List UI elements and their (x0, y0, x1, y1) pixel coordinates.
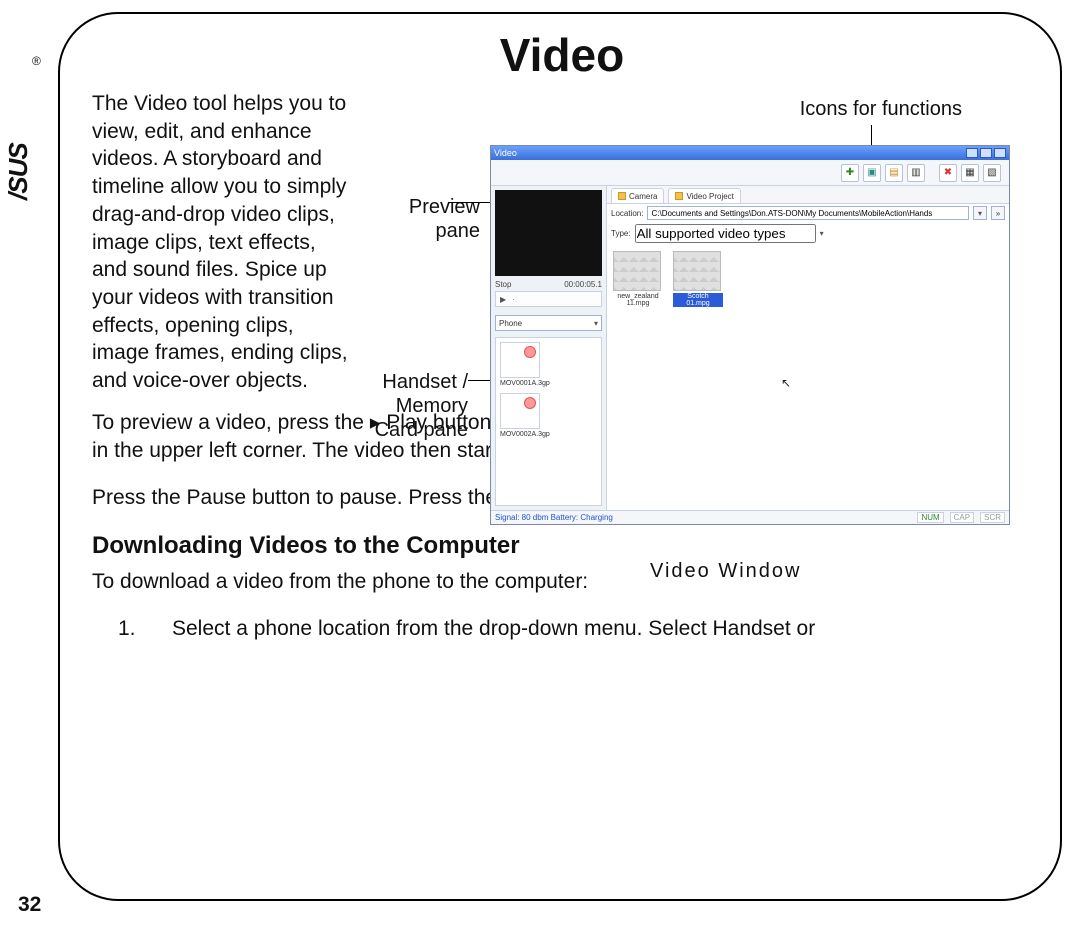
device-files-pane: MOV0001A.3gp MOV0002A.3gp (495, 337, 602, 506)
status-signal: Signal: 80 dbm Battery: Charging (495, 513, 613, 522)
folder-icon (675, 192, 683, 200)
window-title: Video (494, 148, 517, 158)
device-file-name: MOV0002A.3gp (500, 431, 542, 438)
tab-label: Camera (629, 192, 657, 201)
page-title: Video (92, 28, 1032, 82)
cursor-icon: ↖ (781, 376, 791, 390)
clock-icon (524, 346, 536, 358)
device-file[interactable]: MOV0002A.3gp (500, 393, 542, 438)
toolbar-icon[interactable]: ▧ (983, 164, 1001, 182)
download-intro: To download a video from the phone to th… (92, 568, 1032, 596)
toolbar: ✚ ▣ ▤ ▥ ✖ ▦ ▧ (491, 160, 1009, 186)
preview-pane (495, 190, 602, 276)
location-go-icon[interactable]: » (991, 206, 1005, 220)
thumbnail-image (613, 251, 661, 291)
toolbar-delete-icon[interactable]: ✖ (939, 164, 957, 182)
thumbnail-area: new_zealand 11.mpg Scotch 01.mpg (607, 245, 1009, 510)
device-file-name: MOV0001A.3gp (500, 380, 542, 387)
thumbnail-name: new_zealand 11.mpg (613, 293, 663, 307)
toolbar-icon[interactable]: ▦ (961, 164, 979, 182)
device-select[interactable]: Phone (495, 315, 602, 331)
toolbar-icon[interactable]: ▣ (863, 164, 881, 182)
status-bar: Signal: 80 dbm Battery: Charging NUM CAP… (491, 510, 1009, 524)
status-scr: SCR (980, 512, 1005, 523)
callout-icons-label: Icons for functions (800, 98, 962, 121)
location-label: Location: (611, 209, 643, 218)
location-field[interactable] (647, 206, 969, 220)
tab-label: Video Project (686, 192, 733, 201)
thumbnail-name: Scotch 01.mpg (673, 293, 723, 307)
preview-time: 00:00:05.1 (564, 280, 602, 289)
video-thumbnail[interactable]: new_zealand 11.mpg (613, 251, 663, 307)
browser-pane: Camera Video Project Location: » (607, 186, 1009, 510)
chevron-down-icon (594, 319, 598, 328)
preview-state: Stop (495, 280, 511, 289)
device-selected: Phone (499, 319, 522, 328)
page-number: 32 (18, 893, 41, 917)
tab-camera[interactable]: Camera (611, 188, 664, 203)
type-select[interactable] (635, 224, 816, 243)
type-label: Type: (611, 229, 631, 238)
window-titlebar: Video (491, 146, 1009, 160)
clock-icon (524, 397, 536, 409)
video-thumbnail[interactable]: Scotch 01.mpg (673, 251, 723, 307)
callout-handset-label: Handset / Memory Card pane (350, 370, 468, 442)
device-file[interactable]: MOV0001A.3gp (500, 342, 542, 387)
folder-icon (618, 192, 626, 200)
step-text: Select a phone location from the drop-do… (172, 615, 815, 643)
status-cap: CAP (950, 512, 974, 523)
player-controls[interactable]: ▶ · (495, 291, 602, 307)
video-app-window: Video ✚ ▣ ▤ ▥ ✖ ▦ ▧ (490, 145, 1010, 525)
figure-caption: Video Window (650, 560, 801, 583)
callout-line (448, 202, 492, 203)
intro-paragraph: The Video tool helps you to view, edit, … (92, 90, 352, 395)
toolbar-icon[interactable]: ▥ (907, 164, 925, 182)
step-1: 1. Select a phone location from the drop… (92, 615, 1032, 643)
toolbar-icon[interactable]: ▤ (885, 164, 903, 182)
step-number: 1. (92, 615, 172, 643)
thumbnail-image (673, 251, 721, 291)
section-heading: Downloading Videos to the Computer (92, 530, 1032, 562)
maximize-button[interactable] (980, 148, 992, 158)
close-button[interactable] (994, 148, 1006, 158)
tab-video-project[interactable]: Video Project (668, 188, 740, 203)
minimize-button[interactable] (966, 148, 978, 158)
type-dropdown-icon[interactable] (820, 229, 824, 238)
next-icon[interactable]: · (512, 295, 515, 304)
status-num: NUM (917, 512, 943, 523)
play-icon[interactable]: ▶ (500, 295, 506, 304)
location-dropdown-icon[interactable] (973, 206, 987, 220)
preview-and-device-pane: Stop 00:00:05.1 ▶ · Phone (491, 186, 607, 510)
toolbar-icon[interactable]: ✚ (841, 164, 859, 182)
brand-logo: ® /SUS (12, 60, 40, 200)
